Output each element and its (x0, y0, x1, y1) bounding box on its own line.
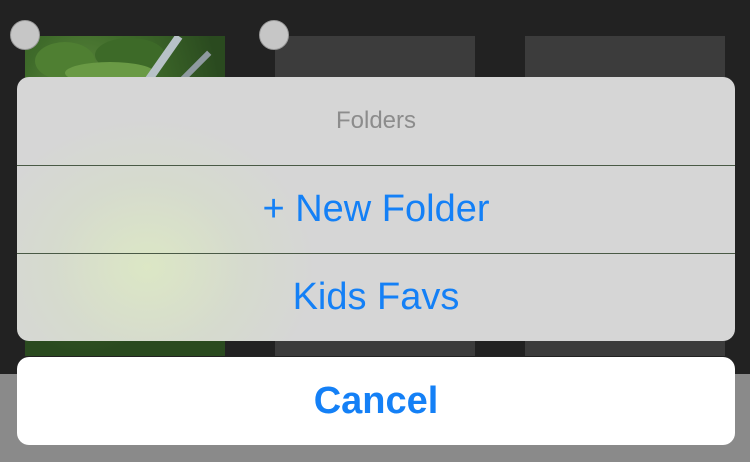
action-sheet-title: Folders (335, 107, 417, 134)
folder-kids-favs-button[interactable]: Kids Favs (17, 253, 735, 341)
cancel-label: Cancel (313, 379, 439, 422)
folders-action-sheet: Folders + New Folder Kids Favs (17, 77, 735, 341)
folder-kids-favs-label: Kids Favs (292, 276, 460, 318)
selection-circle-icon[interactable] (259, 20, 289, 50)
selection-circle-icon[interactable] (10, 20, 40, 50)
cancel-button[interactable]: Cancel (17, 357, 735, 445)
action-sheet-header: Folders (17, 77, 735, 165)
new-folder-button[interactable]: + New Folder (17, 165, 735, 253)
new-folder-label: + New Folder (262, 188, 490, 230)
